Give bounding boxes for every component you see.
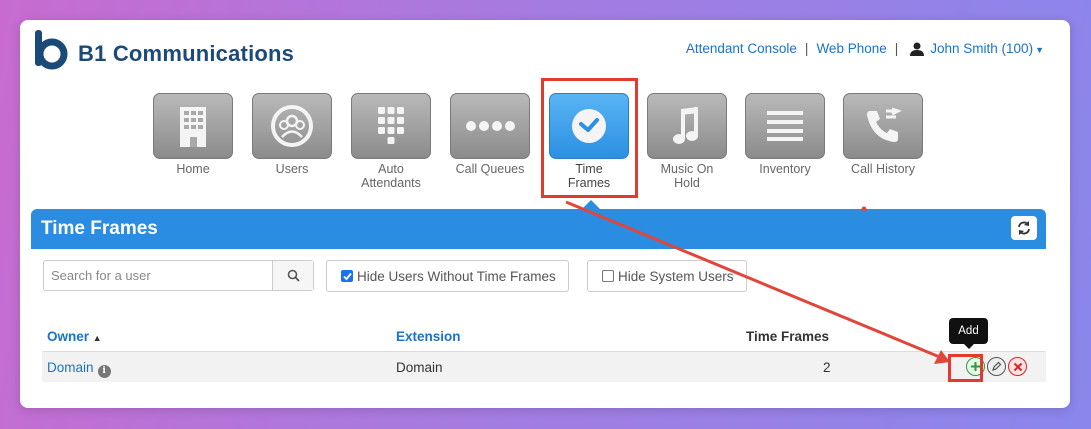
separator: | [894,41,899,56]
nav-call-queues[interactable]: Call Queues [449,93,531,176]
search-icon [287,269,300,282]
nav-auto-attendants[interactable]: Auto Attendants [350,93,432,190]
nav-label: Users [275,162,309,176]
list-icon [745,93,825,159]
phone-history-icon [843,93,923,159]
dots-icon [450,93,530,159]
table-row: Domain i Domain 2 [42,351,1046,382]
brand-logo[interactable]: B1 Communications [32,28,294,70]
nav-inventory[interactable]: Inventory [744,93,826,176]
separator: | [804,41,809,56]
extension-cell: Domain [396,360,443,375]
column-time-frames-header: Time Frames [746,329,830,344]
nav-home[interactable]: Home [152,93,234,176]
filter-label: Hide System Users [618,268,734,284]
users-icon [252,93,332,159]
checkbox-checked-icon [341,270,353,282]
user-name: John Smith (100) [930,41,1034,56]
music-note-icon [647,93,727,159]
top-links: Attendant Console | Web Phone | John Smi… [686,41,1044,56]
edit-button[interactable] [987,357,1006,376]
owner-link[interactable]: Domain [47,360,94,375]
caret-down-icon: ▼ [1035,45,1044,55]
filter-label: Hide Users Without Time Frames [357,268,556,284]
refresh-button[interactable] [1011,216,1037,240]
nav-music-on-hold[interactable]: Music On Hold [646,93,728,190]
close-icon [1013,362,1022,371]
time-frames-count: 2 [823,360,831,375]
search-input[interactable] [44,261,272,290]
info-icon[interactable]: i [97,364,111,378]
delete-button[interactable] [1008,357,1027,376]
nav-label: Music On Hold [660,162,714,190]
web-phone-link[interactable]: Web Phone [816,41,886,56]
nav-label: Inventory [759,162,811,176]
nav-label: Home [176,162,210,176]
brand-name: B1 Communications [78,41,295,66]
column-owner-header[interactable]: Owner ▲ [47,329,102,344]
column-extension-header[interactable]: Extension [396,329,461,344]
page-title-bar: Time Frames [31,209,1046,249]
keypad-icon [351,93,431,159]
page-title: Time Frames [41,218,158,239]
refresh-icon [1018,221,1030,235]
nav-label: Call Queues [455,162,525,176]
building-icon [153,93,233,159]
nav-label: Auto Attendants [361,162,421,190]
user-menu[interactable]: John Smith (100) ▼ [930,41,1044,56]
pencil-icon [992,361,1002,371]
highlight-box [541,78,638,198]
highlight-box [948,354,983,382]
nav-call-history[interactable]: Call History [842,93,924,176]
add-tooltip: Add [949,318,988,349]
attendant-console-link[interactable]: Attendant Console [686,41,797,56]
column-label: Owner [47,329,90,344]
search-button[interactable] [272,261,313,290]
hide-system-users-toggle[interactable]: Hide System Users [587,260,747,292]
main-card: B1 Communications Attendant Console | We… [20,20,1070,408]
checkbox-unchecked-icon [602,270,614,282]
hide-users-without-time-frames-toggle[interactable]: Hide Users Without Time Frames [326,260,569,292]
nav-label: Call History [851,162,915,176]
user-search [43,260,314,291]
sort-asc-icon: ▲ [92,333,102,343]
owner-cell[interactable]: Domain i [47,360,111,378]
b1-logo-icon [32,28,68,70]
nav-users[interactable]: Users [251,93,333,176]
user-icon [910,42,925,56]
